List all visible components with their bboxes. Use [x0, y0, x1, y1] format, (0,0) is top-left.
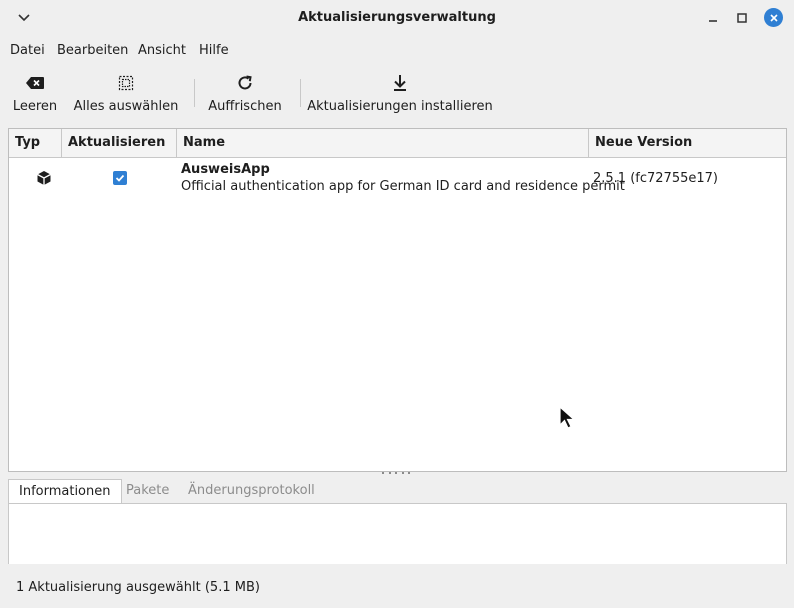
package-name: AusweisApp — [181, 162, 270, 177]
updates-table: Typ Aktualisieren Name Neue Version Ausw… — [8, 128, 787, 472]
column-header-update[interactable]: Aktualisieren — [62, 129, 177, 157]
clear-label: Leeren — [12, 99, 58, 114]
title-bar: Aktualisierungsverwaltung — [0, 0, 794, 36]
backspace-icon — [25, 73, 45, 93]
clear-button[interactable]: Leeren — [10, 64, 60, 120]
install-updates-button[interactable]: Aktualisierungen installieren — [307, 64, 493, 120]
refresh-icon — [236, 73, 254, 93]
select-all-button[interactable]: Alles auswählen — [73, 64, 179, 120]
column-header-type[interactable]: Typ — [9, 129, 62, 157]
menu-datei[interactable]: Datei — [10, 43, 45, 58]
toolbar: Leeren Alles auswählen Auffrischen Aktua… — [0, 64, 794, 120]
maximize-icon[interactable] — [733, 9, 751, 27]
close-icon[interactable] — [764, 8, 783, 27]
menu-bar: Datei Bearbeiten Ansicht Hilfe — [0, 38, 794, 62]
menu-bearbeiten[interactable]: Bearbeiten — [57, 43, 128, 58]
menu-ansicht[interactable]: Ansicht — [138, 43, 186, 58]
details-tabs: Informationen Pakete Änderungsprotokoll — [8, 479, 785, 503]
package-icon — [36, 170, 52, 190]
install-updates-label: Aktualisierungen installieren — [307, 99, 493, 114]
table-row[interactable]: AusweisApp Official authentication app f… — [9, 158, 786, 198]
refresh-label: Auffrischen — [208, 99, 282, 114]
status-text: 1 Aktualisierung ausgewählt (5.1 MB) — [16, 580, 260, 595]
update-checkbox[interactable] — [113, 171, 127, 185]
tab-packages[interactable]: Pakete — [116, 479, 179, 503]
window-title: Aktualisierungsverwaltung — [298, 10, 496, 25]
select-all-label: Alles auswählen — [73, 99, 179, 114]
column-header-new-version[interactable]: Neue Version — [589, 129, 786, 157]
tab-changelog[interactable]: Änderungsprotokoll — [178, 479, 325, 503]
toolbar-separator — [194, 79, 195, 107]
download-icon — [392, 73, 408, 93]
tab-information[interactable]: Informationen — [8, 479, 122, 503]
package-version: 2.5.1 (fc72755e17) — [593, 171, 718, 186]
select-all-icon — [118, 73, 134, 93]
mouse-cursor-icon — [559, 405, 577, 434]
table-header: Typ Aktualisieren Name Neue Version — [9, 129, 786, 158]
toolbar-separator — [300, 79, 301, 107]
minimize-icon[interactable] — [704, 9, 722, 27]
tab-panel-information — [8, 503, 787, 564]
column-header-name[interactable]: Name — [177, 129, 589, 157]
refresh-button[interactable]: Auffrischen — [207, 64, 283, 120]
pane-splitter-handle[interactable] — [382, 471, 410, 475]
package-description: Official authentication app for German I… — [181, 179, 625, 194]
menu-hilfe[interactable]: Hilfe — [199, 43, 229, 58]
